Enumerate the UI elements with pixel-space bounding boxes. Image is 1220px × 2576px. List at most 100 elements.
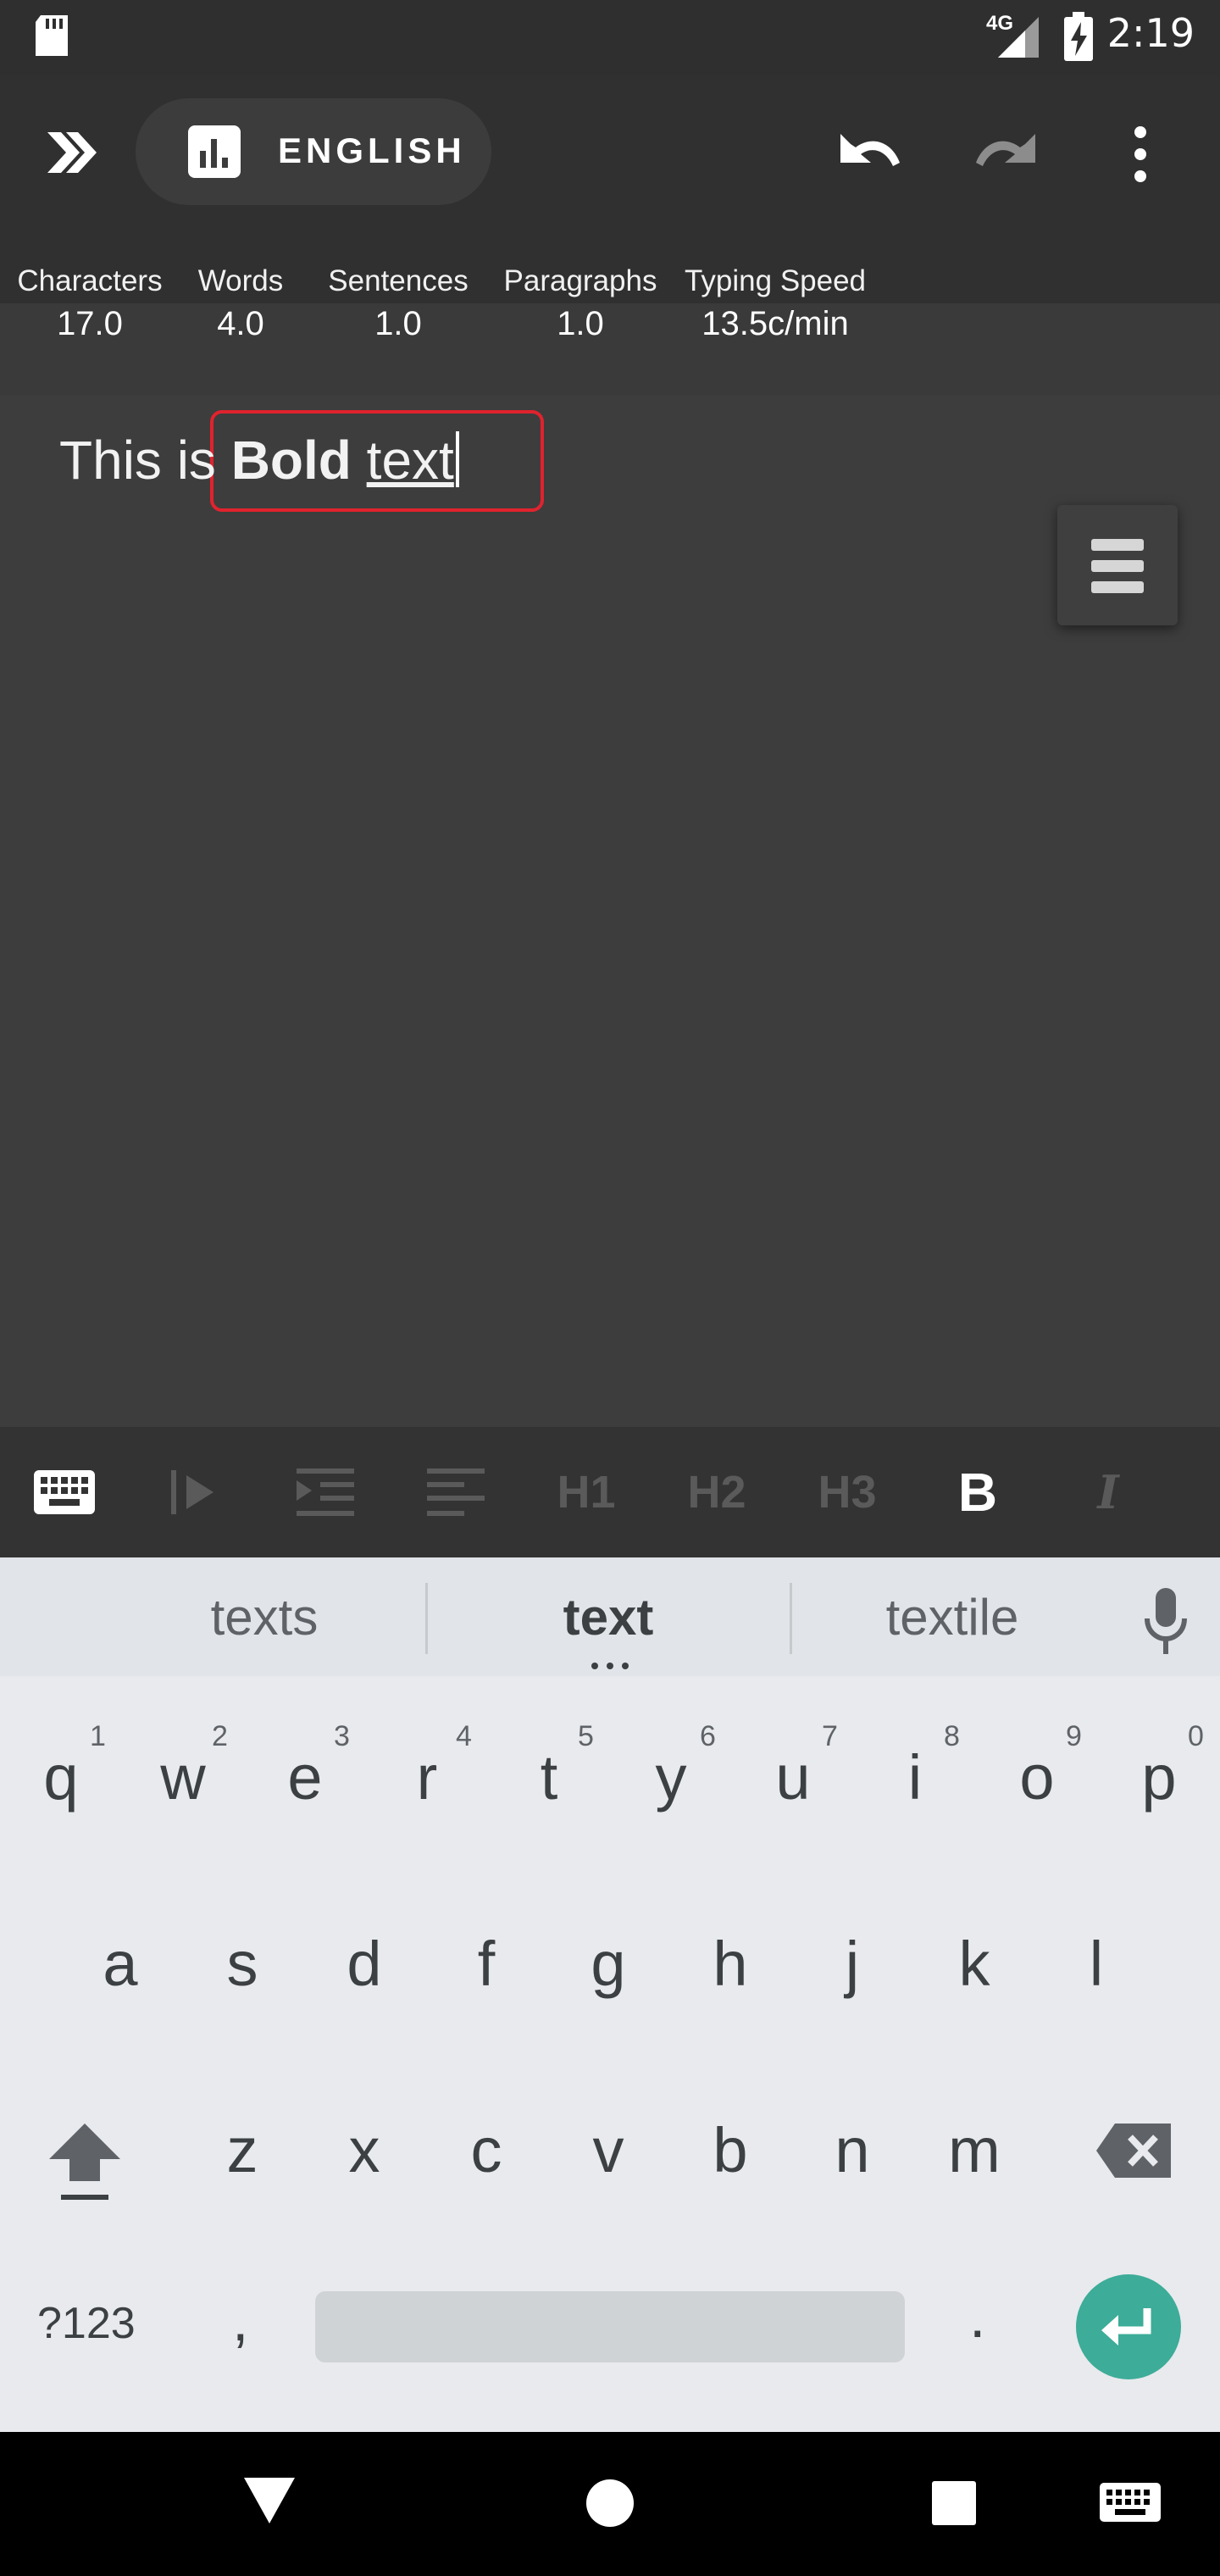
key-g[interactable]: g: [566, 1913, 651, 2015]
floating-menu-button[interactable]: [1057, 505, 1178, 625]
key-s[interactable]: s: [200, 1913, 285, 2015]
stat-label: Paragraphs: [503, 264, 657, 297]
keyboard-toggle-button[interactable]: [14, 1452, 115, 1532]
underlined-word: text: [366, 430, 454, 491]
menu-lines-icon: [1091, 539, 1144, 597]
key-m[interactable]: m: [932, 2100, 1017, 2201]
key-a[interactable]: a: [78, 1913, 163, 2015]
key-z[interactable]: z: [200, 2100, 285, 2201]
suggestion-strip: texts text textile: [0, 1557, 1220, 1676]
key-label: j: [845, 1929, 860, 1999]
key-row-2: a s d f g h j k l: [0, 1913, 1220, 2032]
keyboard-switch-icon[interactable]: [1100, 2483, 1161, 2526]
key-hint: 6: [700, 1720, 716, 1752]
key-label: v: [592, 2115, 624, 2185]
text-editor[interactable]: This is Bold text: [0, 395, 1220, 1427]
key-b[interactable]: b: [688, 2100, 773, 2201]
blockquote-button[interactable]: [144, 1452, 246, 1532]
stat-characters: Characters 17.0: [14, 264, 166, 343]
stat-value: 4.0: [217, 305, 264, 342]
heading-1-button[interactable]: H1: [535, 1452, 637, 1532]
key-l[interactable]: l: [1054, 1913, 1139, 2015]
blockquote-icon: [171, 1470, 214, 1514]
stat-paragraphs: Paragraphs 1.0: [491, 264, 669, 343]
back-triangle-icon[interactable]: [244, 2478, 295, 2528]
key-row-3: z x c v b n m: [0, 2100, 1220, 2218]
battery-charging-icon: [1064, 12, 1093, 65]
soft-keyboard: texts text textile q 1 w 2 e 3 r 4 t 5 y…: [0, 1557, 1220, 2432]
key-label: x: [348, 2115, 380, 2185]
editor-plain-text: This is: [59, 430, 231, 491]
italic-button[interactable]: I: [1057, 1452, 1159, 1532]
key-hint: 3: [334, 1720, 350, 1752]
suggestion-center[interactable]: text: [439, 1588, 778, 1646]
key-h[interactable]: h: [688, 1913, 773, 2015]
key-label: s: [226, 1929, 258, 1999]
enter-arrow-icon: [1101, 2308, 1151, 2346]
key-n[interactable]: n: [810, 2100, 895, 2201]
key-k[interactable]: k: [932, 1913, 1017, 2015]
heading-2-button[interactable]: H2: [666, 1452, 768, 1532]
key-c[interactable]: c: [444, 2100, 529, 2201]
stat-words: Words 4.0: [190, 264, 291, 343]
align-left-button[interactable]: [405, 1452, 507, 1532]
stat-value: 1.0: [557, 305, 604, 342]
comma-key[interactable]: ,: [232, 2286, 248, 2354]
key-d[interactable]: d: [322, 1913, 407, 2015]
key-hint: 8: [944, 1720, 960, 1752]
key-label: b: [713, 2115, 748, 2185]
recents-square-icon[interactable]: [932, 2481, 976, 2529]
system-nav-bar: [0, 2432, 1220, 2576]
suggestion-right[interactable]: textile: [783, 1588, 1122, 1646]
key-label: e: [287, 1742, 323, 1813]
key-label: t: [540, 1742, 558, 1813]
key-label: h: [713, 1929, 748, 1999]
enter-key[interactable]: [1076, 2274, 1181, 2379]
key-label: n: [835, 2115, 870, 2185]
key-x[interactable]: x: [322, 2100, 407, 2201]
stat-value: 13.5c/min: [702, 305, 849, 342]
indent-icon: [297, 1468, 354, 1516]
heading-3-button[interactable]: H3: [796, 1452, 898, 1532]
status-bar: 4G 2:19: [0, 0, 1220, 75]
stat-label: Characters: [17, 264, 163, 297]
key-label: u: [775, 1742, 811, 1813]
suggestion-left[interactable]: texts: [95, 1588, 434, 1646]
key-label: f: [477, 1929, 496, 1999]
symbols-key[interactable]: ?123: [37, 2298, 136, 2349]
status-time: 2:19: [1106, 10, 1195, 56]
key-j[interactable]: j: [810, 1913, 895, 2015]
stat-value: 17.0: [57, 305, 123, 342]
text-cursor: [455, 431, 459, 487]
suggestion-divider: [425, 1583, 428, 1654]
key-hint: 5: [578, 1720, 594, 1752]
period-key[interactable]: .: [969, 2283, 985, 2351]
key-row-1: q 1 w 2 e 3 r 4 t 5 y 6 u 7 i 8 o 9 p 0: [0, 1720, 1220, 1846]
key-label: y: [655, 1742, 687, 1813]
indent-button[interactable]: [274, 1452, 376, 1532]
bold-space: [352, 430, 367, 491]
space-bar[interactable]: [315, 2291, 905, 2362]
editor-bold-text: Bold text: [231, 430, 454, 491]
key-f[interactable]: f: [444, 1913, 529, 2015]
key-hint: 2: [212, 1720, 228, 1752]
stat-label: Sentences: [328, 264, 469, 297]
sd-card-icon: [32, 14, 71, 58]
key-v[interactable]: v: [566, 2100, 651, 2201]
key-label: d: [347, 1929, 382, 1999]
align-left-icon: [427, 1468, 485, 1516]
backspace-icon[interactable]: [1096, 2124, 1171, 2182]
bold-button[interactable]: B: [927, 1452, 1029, 1532]
key-label: w: [160, 1742, 206, 1813]
stats-row: Characters 17.0 Words 4.0 Sentences 1.0 …: [0, 75, 1220, 342]
editor-text-line[interactable]: This is Bold text: [59, 429, 459, 491]
key-label: o: [1019, 1742, 1055, 1813]
key-label: q: [43, 1742, 79, 1813]
shift-icon[interactable]: [44, 2120, 125, 2209]
key-hint: 9: [1066, 1720, 1082, 1752]
key-hint: 4: [456, 1720, 472, 1752]
key-label: a: [103, 1929, 138, 1999]
microphone-icon[interactable]: [1142, 1588, 1190, 1660]
home-circle-icon[interactable]: [586, 2479, 634, 2531]
key-label: p: [1141, 1742, 1177, 1813]
